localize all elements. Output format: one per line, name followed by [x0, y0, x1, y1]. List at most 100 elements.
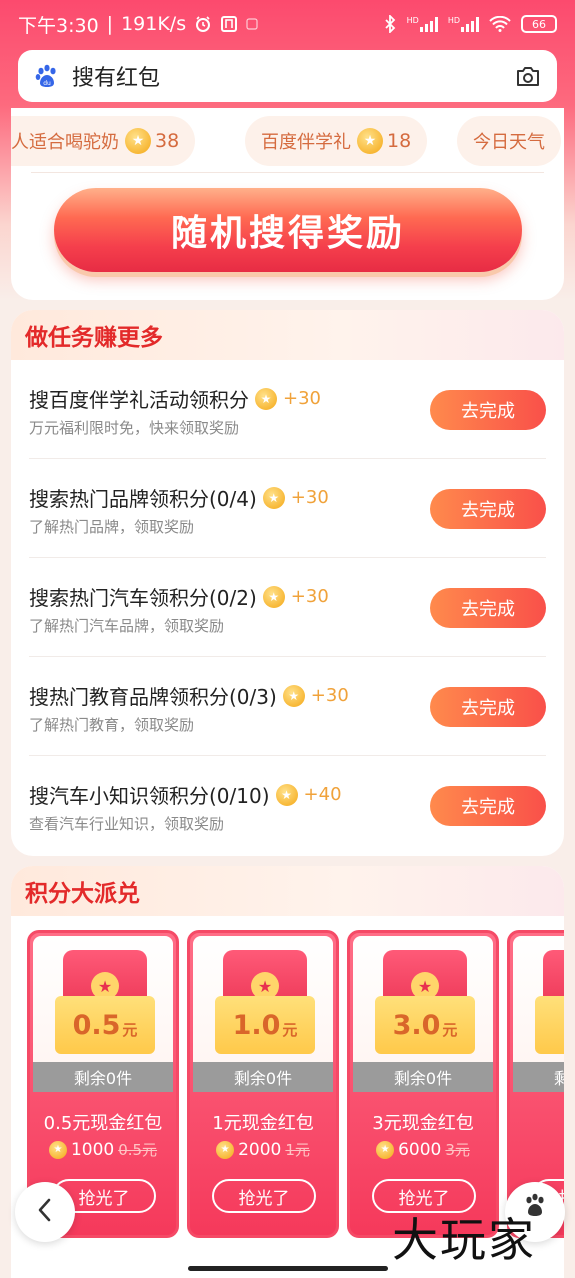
home-indicator[interactable] [188, 1266, 388, 1271]
go-complete-button[interactable]: 去完成 [430, 390, 546, 430]
exchange-price: ★ 2000 1元 [190, 1139, 336, 1160]
search-input[interactable]: 搜有红包 [72, 60, 160, 92]
exchange-item-name: 5元 [510, 1109, 564, 1135]
task-item: 搜索热门汽车领积分(0/2) ★ +30 了解热门汽车品牌，领取奖励 去完成 [29, 558, 546, 657]
alarm-icon [194, 15, 212, 33]
chip-item[interactable]: 今日天气 [457, 116, 561, 166]
original-price: 1元 [285, 1141, 310, 1159]
baidu-paw-icon: du [34, 63, 60, 89]
remaining-count: 剩余0件 [33, 1062, 173, 1092]
task-title: 搜百度伴学礼活动领积分 [29, 388, 249, 412]
go-complete-button[interactable]: 去完成 [430, 687, 546, 727]
search-bar[interactable]: du 搜有红包 [18, 50, 557, 102]
envelope-amount: 3.0 [392, 1009, 441, 1041]
task-points: +30 [290, 487, 329, 508]
go-complete-button[interactable]: 去完成 [430, 489, 546, 529]
coin-icon: ★ [275, 783, 298, 806]
original-price: 3元 [445, 1141, 470, 1159]
coin-icon: ★ [262, 486, 285, 509]
nfc-icon [220, 15, 238, 33]
go-complete-button[interactable]: 去完成 [430, 588, 546, 628]
status-bar: 下午3:30 | 191K/s HD HD 66 [0, 0, 575, 48]
chip-item[interactable]: 些人适合喝驼奶 ★ 38 [11, 116, 196, 166]
tasks-section-title: 做任务赚更多 [11, 310, 564, 360]
task-description: 了解热门汽车品牌，领取奖励 [29, 617, 225, 635]
task-title: 搜汽车小知识领积分(0/10) [29, 784, 270, 808]
exchange-price: ★ 1 [510, 1139, 564, 1159]
red-envelope-icon: ★ 1.0 元 [215, 950, 315, 1054]
exchange-item[interactable]: ★ 1.0 元 剩余0件 1元现金红包 ★ 2000 1元 抢光了 [187, 930, 339, 1238]
signal-1-icon: HD [407, 16, 438, 32]
remaining-count: 剩余0件 [193, 1062, 333, 1092]
chip-label: 些人适合喝驼奶 [11, 132, 119, 153]
exchange-item[interactable]: ★ 3.0 元 剩余0件 3元现金红包 ★ 6000 3元 抢光了 [347, 930, 499, 1238]
status-speed: 191K/s [121, 13, 187, 35]
tasks-card: 做任务赚更多 搜百度伴学礼活动领积分 ★ +30 万元福利限时免，快来领取奖励 … [11, 310, 564, 856]
coin-icon: ★ [357, 128, 383, 154]
task-item: 搜百度伴学礼活动领积分 ★ +30 万元福利限时免，快来领取奖励 去完成 [29, 360, 546, 459]
sold-out-button[interactable]: 抢光了 [212, 1179, 316, 1213]
divider [31, 172, 544, 173]
chevron-left-icon [36, 1197, 54, 1227]
envelope-amount: 0.5 [72, 1009, 121, 1041]
random-search-reward-button[interactable]: 随机搜得奖励 [54, 188, 522, 272]
coin-icon: ★ [216, 1140, 235, 1159]
envelope-unit: 元 [282, 1020, 298, 1039]
task-description: 了解热门教育，领取奖励 [29, 716, 195, 734]
coin-icon: ★ [125, 128, 151, 154]
task-points: +40 [303, 784, 342, 805]
exchange-item-name: 0.5元现金红包 [43, 1113, 163, 1134]
task-points: +30 [290, 586, 329, 607]
bluetooth-icon [383, 15, 397, 33]
task-points: +30 [283, 388, 321, 409]
original-price: 0.5元 [118, 1141, 158, 1159]
chip-label: 今日天气 [473, 132, 545, 153]
remaining-count: 剩余0件 [353, 1062, 493, 1092]
red-envelope-icon: ★ 3.0 元 [375, 950, 475, 1054]
exchange-item-name: 1元现金红包 [212, 1113, 314, 1134]
price-points: 1000 [70, 1139, 115, 1160]
watermark: 大玩家 [392, 1213, 536, 1267]
wifi-icon [489, 16, 511, 32]
coin-icon: ★ [376, 1140, 395, 1159]
battery-icon: 66 [521, 15, 557, 33]
task-item: 搜汽车小知识领积分(0/10) ★ +40 查看汽车行业知识，领取奖励 去完成 [29, 756, 546, 855]
coin-icon: ★ [282, 684, 305, 707]
red-envelope-icon: ★ 5 元 [535, 950, 564, 1054]
task-points: +30 [310, 685, 349, 706]
task-description: 查看汽车行业知识，领取奖励 [29, 815, 225, 833]
go-complete-button[interactable]: 去完成 [430, 786, 546, 826]
back-button[interactable] [15, 1182, 75, 1242]
exchange-list: ★ 0.5 元 剩余0件 0.5元现金红包 ★ 1000 0.5元 抢光了 ★ … [27, 930, 564, 1240]
chip-item[interactable]: 百度伴学礼 ★ 18 [245, 116, 428, 166]
coin-icon: ★ [255, 387, 277, 410]
task-title: 搜索热门汽车领积分(0/2) [29, 586, 257, 610]
notification-icon [246, 18, 258, 30]
chip-points: 18 [387, 130, 412, 152]
svg-text:du: du [43, 80, 51, 87]
status-time: 下午3:30 [18, 14, 99, 37]
task-description: 万元福利限时免，快来领取奖励 [29, 419, 240, 437]
remaining-count: 剩余0件 [513, 1062, 564, 1092]
chip-points: 38 [155, 130, 180, 152]
search-reward-card: 些人适合喝驼奶 ★ 38 百度伴学礼 ★ 18 今日天气 随机搜得奖励 [11, 108, 564, 300]
hot-search-chips: 些人适合喝驼奶 ★ 38 百度伴学礼 ★ 18 今日天气 [11, 116, 564, 172]
task-title: 搜索热门品牌领积分(0/4) [29, 487, 257, 511]
status-separator: | [106, 13, 114, 35]
task-item: 搜索热门品牌领积分(0/4) ★ +30 了解热门品牌，领取奖励 去完成 [29, 459, 546, 558]
price-points: 6000 [398, 1139, 442, 1160]
task-title: 搜热门教育品牌领积分(0/3) [29, 685, 277, 709]
exchange-section-title: 积分大派兑 [11, 866, 564, 916]
coin-icon: ★ [48, 1140, 67, 1159]
envelope-amount: 1.0 [232, 1009, 281, 1041]
exchange-price: ★ 6000 3元 [350, 1139, 496, 1160]
camera-icon[interactable] [515, 64, 541, 88]
price-points: 2000 [238, 1139, 282, 1160]
task-description: 了解热门品牌，领取奖励 [29, 518, 195, 536]
envelope-unit: 元 [122, 1020, 138, 1039]
exchange-item-name: 3元现金红包 [372, 1113, 474, 1134]
red-envelope-icon: ★ 0.5 元 [55, 950, 155, 1054]
exchange-price: ★ 1000 0.5元 [30, 1139, 176, 1160]
signal-2-icon: HD [448, 16, 479, 32]
coin-icon: ★ [262, 585, 285, 608]
